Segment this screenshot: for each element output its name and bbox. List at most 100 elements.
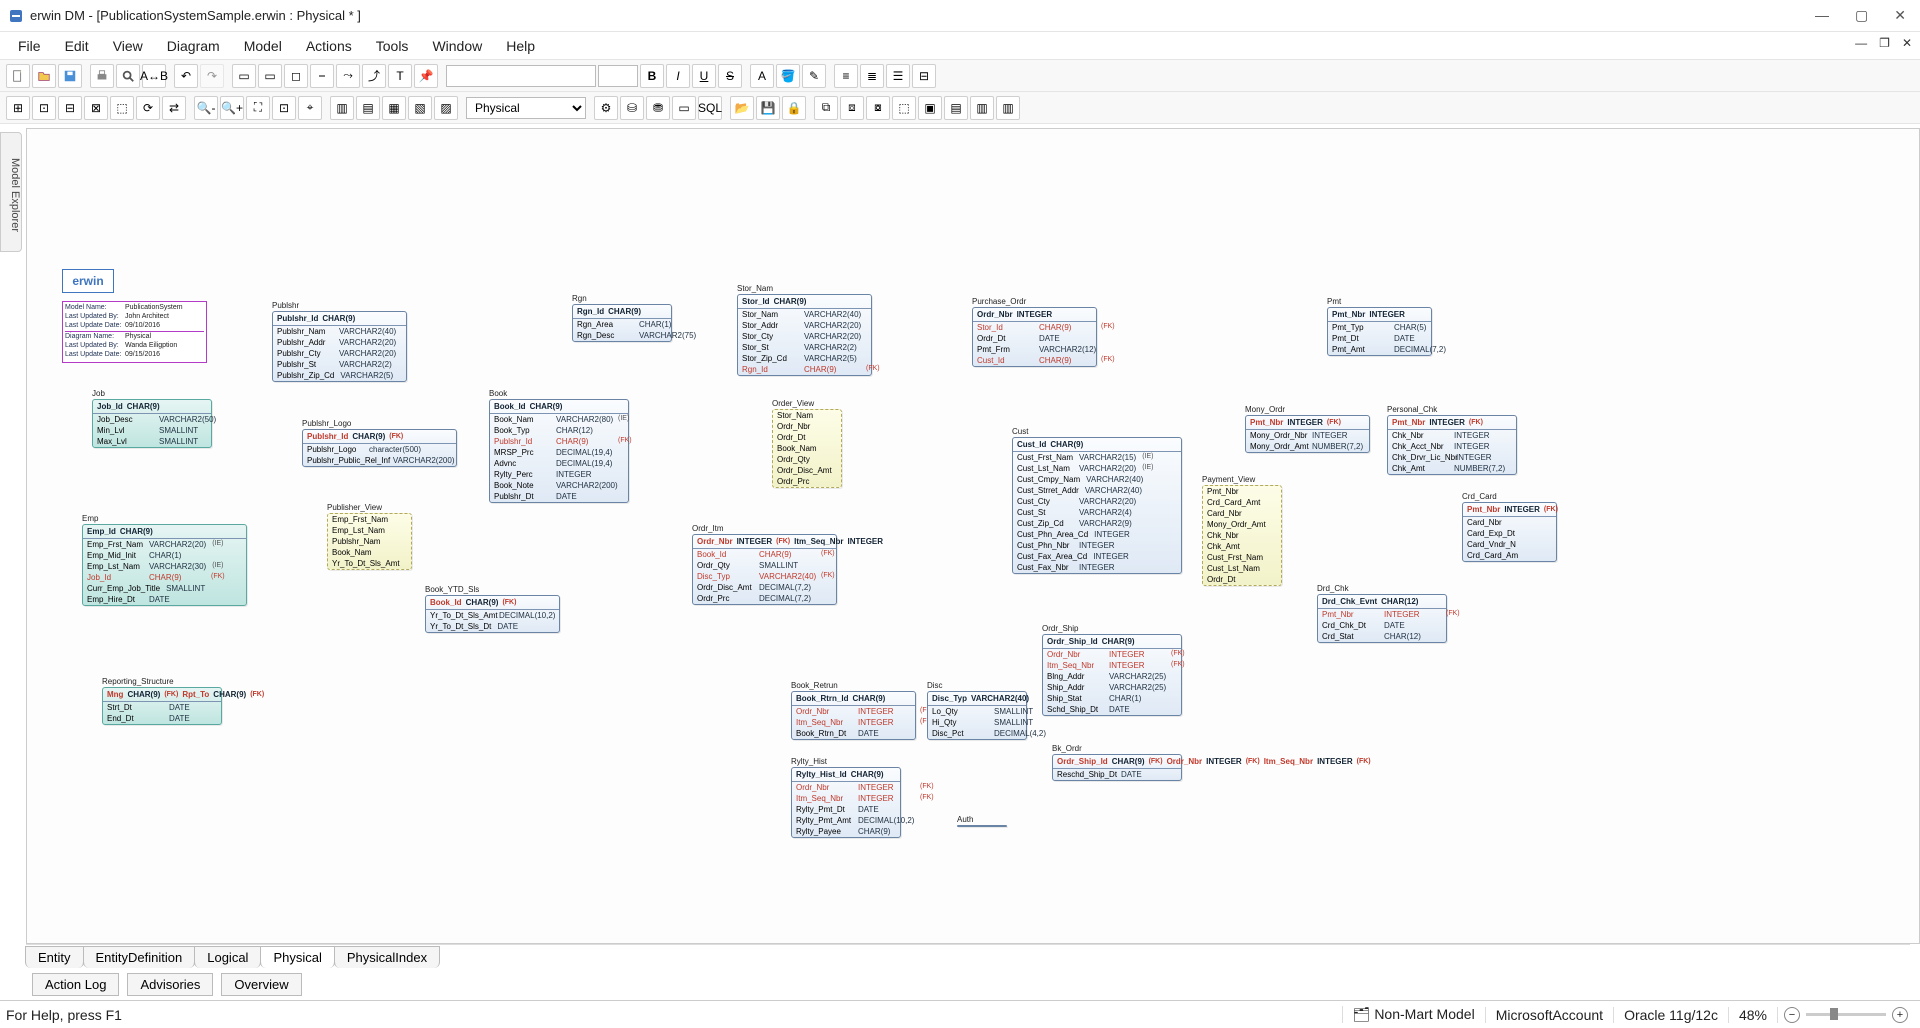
save-button[interactable]	[58, 64, 82, 88]
entity-Book[interactable]: Book_IdCHAR(9)Book_NamVARCHAR2(80)Book_T…	[489, 399, 629, 503]
undo-button[interactable]: ↶	[174, 64, 198, 88]
entity-Ordr_Ship[interactable]: Ordr_Ship_IdCHAR(9)Ordr_NbrINTEGERItm_Se…	[1042, 634, 1182, 716]
bold-button[interactable]: B	[640, 64, 664, 88]
relationship-tool-2[interactable]: ⤳	[336, 64, 360, 88]
zoom-in-button[interactable]: 🔍+	[220, 96, 244, 120]
entity-Cust[interactable]: Cust_IdCHAR(9)Cust_Frst_NamVARCHAR2(15)C…	[1012, 437, 1182, 574]
entity-Disc[interactable]: Disc_TypVARCHAR2(40)Lo_QtySMALLINTHi_Qty…	[927, 691, 1027, 740]
align-1[interactable]: ≡	[834, 64, 858, 88]
italic-button[interactable]: I	[666, 64, 690, 88]
tab-overview[interactable]: Overview	[221, 973, 301, 996]
compare-7[interactable]: ▥	[970, 96, 994, 120]
entity-Book_Retrun[interactable]: Book_Rtrn_IdCHAR(9)Ordr_NbrINTEGERItm_Se…	[791, 691, 916, 740]
align-4[interactable]: ⊟	[912, 64, 936, 88]
entity-Drd_Chk[interactable]: Drd_Chk_EvntCHAR(12)Pmt_NbrINTEGERCrd_Ch…	[1317, 594, 1447, 643]
entity-Rylty_Hist[interactable]: Rylty_Hist_IdCHAR(9)Ordr_NbrINTEGERItm_S…	[791, 767, 901, 838]
entity-Rgn[interactable]: Rgn_IdCHAR(9)Rgn_AreaCHAR(1)Rgn_DescVARC…	[572, 304, 672, 342]
zoom-100-button[interactable]: ⊡	[272, 96, 296, 120]
entity-Auth[interactable]	[957, 825, 1007, 827]
replace-button[interactable]: A↔B	[142, 64, 166, 88]
pin-tool[interactable]: 📌	[414, 64, 438, 88]
entity-Reporting_Structure[interactable]: MngCHAR(9) (FK)Rpt_ToCHAR(9) (FK)Strt_Dt…	[102, 687, 222, 725]
db-3[interactable]: ▭	[672, 96, 696, 120]
compare-5[interactable]: ▣	[918, 96, 942, 120]
zoom-slider[interactable]	[1806, 1013, 1886, 1016]
menu-actions[interactable]: Actions	[296, 36, 362, 56]
entity-Emp[interactable]: Emp_IdCHAR(9)Emp_Frst_NamVARCHAR2(20)Emp…	[82, 524, 247, 606]
align-3[interactable]: ☰	[886, 64, 910, 88]
db-4[interactable]: SQL	[698, 96, 722, 120]
strike-button[interactable]: S	[718, 64, 742, 88]
panel-1[interactable]: ▥	[330, 96, 354, 120]
compare-2[interactable]: ⧈	[840, 96, 864, 120]
open-button[interactable]	[32, 64, 56, 88]
tab-entitydef[interactable]: EntityDefinition	[83, 946, 196, 968]
compare-4[interactable]: ⬚	[892, 96, 916, 120]
entity-Stor_Nam[interactable]: Stor_IdCHAR(9)Stor_NamVARCHAR2(40)Stor_A…	[737, 294, 872, 376]
mdi-close-button[interactable]: ✕	[1898, 36, 1916, 50]
mdi-minimize-button[interactable]: —	[1851, 36, 1871, 50]
find-button[interactable]	[116, 64, 140, 88]
panel-2[interactable]: ▤	[356, 96, 380, 120]
db-2[interactable]: ⛃	[646, 96, 670, 120]
sync-button[interactable]: ⇄	[162, 96, 186, 120]
menu-diagram[interactable]: Diagram	[157, 36, 230, 56]
entity-Purchase_Ordr[interactable]: Ordr_NbrINTEGERStor_IdCHAR(9)Ordr_DtDATE…	[972, 307, 1097, 367]
view-level-combo[interactable]: Physical	[466, 97, 586, 119]
db-1[interactable]: ⛁	[620, 96, 644, 120]
zoom-minus-button[interactable]: −	[1784, 1007, 1800, 1023]
relationship-tool-3[interactable]: ⤴	[362, 64, 386, 88]
zoom-out-button[interactable]: 🔍-	[194, 96, 218, 120]
layout-5[interactable]: ⬚	[110, 96, 134, 120]
mart-3[interactable]: 🔒	[782, 96, 806, 120]
refresh-button[interactable]: ⟳	[136, 96, 160, 120]
entity-Pmt[interactable]: Pmt_NbrINTEGERPmt_TypCHAR(5)Pmt_DtDATEPm…	[1327, 307, 1432, 356]
maximize-button[interactable]: ▢	[1849, 7, 1874, 24]
close-button[interactable]: ✕	[1888, 7, 1912, 24]
fill-color-button[interactable]: 🪣	[776, 64, 800, 88]
entity-Personal_Chk[interactable]: Pmt_NbrINTEGER (FK)Chk_NbrINTEGERChk_Acc…	[1387, 415, 1517, 475]
diagram-canvas[interactable]: erwin Model Name:PublicationSystem Last …	[27, 129, 1920, 944]
redo-button[interactable]: ↷	[200, 64, 224, 88]
tab-entity[interactable]: Entity	[25, 946, 84, 968]
menu-help[interactable]: Help	[496, 36, 545, 56]
menu-edit[interactable]: Edit	[55, 36, 99, 56]
model-explorer-handle[interactable]: Model Explorer	[0, 132, 22, 252]
panel-4[interactable]: ▧	[408, 96, 432, 120]
mart-2[interactable]: 💾	[756, 96, 780, 120]
mart-1[interactable]: 📂	[730, 96, 754, 120]
entity-Job[interactable]: Job_IdCHAR(9)Job_DescVARCHAR2(50)Min_Lvl…	[92, 399, 212, 448]
layout-4[interactable]: ⊠	[84, 96, 108, 120]
new-button[interactable]	[6, 64, 30, 88]
entity-Ordr_Itm[interactable]: Ordr_NbrINTEGER (FK)Itm_Seq_NbrINTEGERBo…	[692, 534, 837, 605]
layout-3[interactable]: ⊟	[58, 96, 82, 120]
tab-actionlog[interactable]: Action Log	[32, 973, 119, 996]
compare-1[interactable]: ⧉	[814, 96, 838, 120]
menu-file[interactable]: File	[8, 36, 51, 56]
compare-8[interactable]: ▥	[996, 96, 1020, 120]
tab-logical[interactable]: Logical	[194, 946, 261, 968]
align-2[interactable]: ≣	[860, 64, 884, 88]
layout-2[interactable]: ⊡	[32, 96, 56, 120]
zoom-plus-button[interactable]: +	[1892, 1007, 1908, 1023]
compare-6[interactable]: ▤	[944, 96, 968, 120]
panel-3[interactable]: ▦	[382, 96, 406, 120]
zoom-fit-button[interactable]: ⛶	[246, 96, 270, 120]
entity-Bk_Ordr[interactable]: Ordr_Ship_IdCHAR(9) (FK)Ordr_NbrINTEGER …	[1052, 754, 1182, 781]
annotation-tool[interactable]: T	[388, 64, 412, 88]
menu-model[interactable]: Model	[234, 36, 292, 56]
view-tool[interactable]: ◻	[284, 64, 308, 88]
font-color-button[interactable]: A	[750, 64, 774, 88]
tab-physical[interactable]: Physical	[260, 946, 334, 968]
print-button[interactable]	[90, 64, 114, 88]
line-color-button[interactable]: ✎	[802, 64, 826, 88]
font-family-combo[interactable]	[446, 65, 596, 87]
entity-Publisher_View[interactable]: Emp_Frst_NamEmp_Lst_NamPublshr_NamBook_N…	[327, 513, 412, 570]
minimize-button[interactable]: —	[1809, 7, 1835, 24]
font-size-combo[interactable]	[598, 65, 638, 87]
menu-window[interactable]: Window	[422, 36, 492, 56]
entity-Book_YTD_Sls[interactable]: Book_IdCHAR(9) (FK)Yr_To_Dt_Sls_AmtDECIM…	[425, 595, 560, 633]
entity-tool[interactable]: ▭	[258, 64, 282, 88]
menu-view[interactable]: View	[103, 36, 153, 56]
gear-icon[interactable]: ⚙	[594, 96, 618, 120]
